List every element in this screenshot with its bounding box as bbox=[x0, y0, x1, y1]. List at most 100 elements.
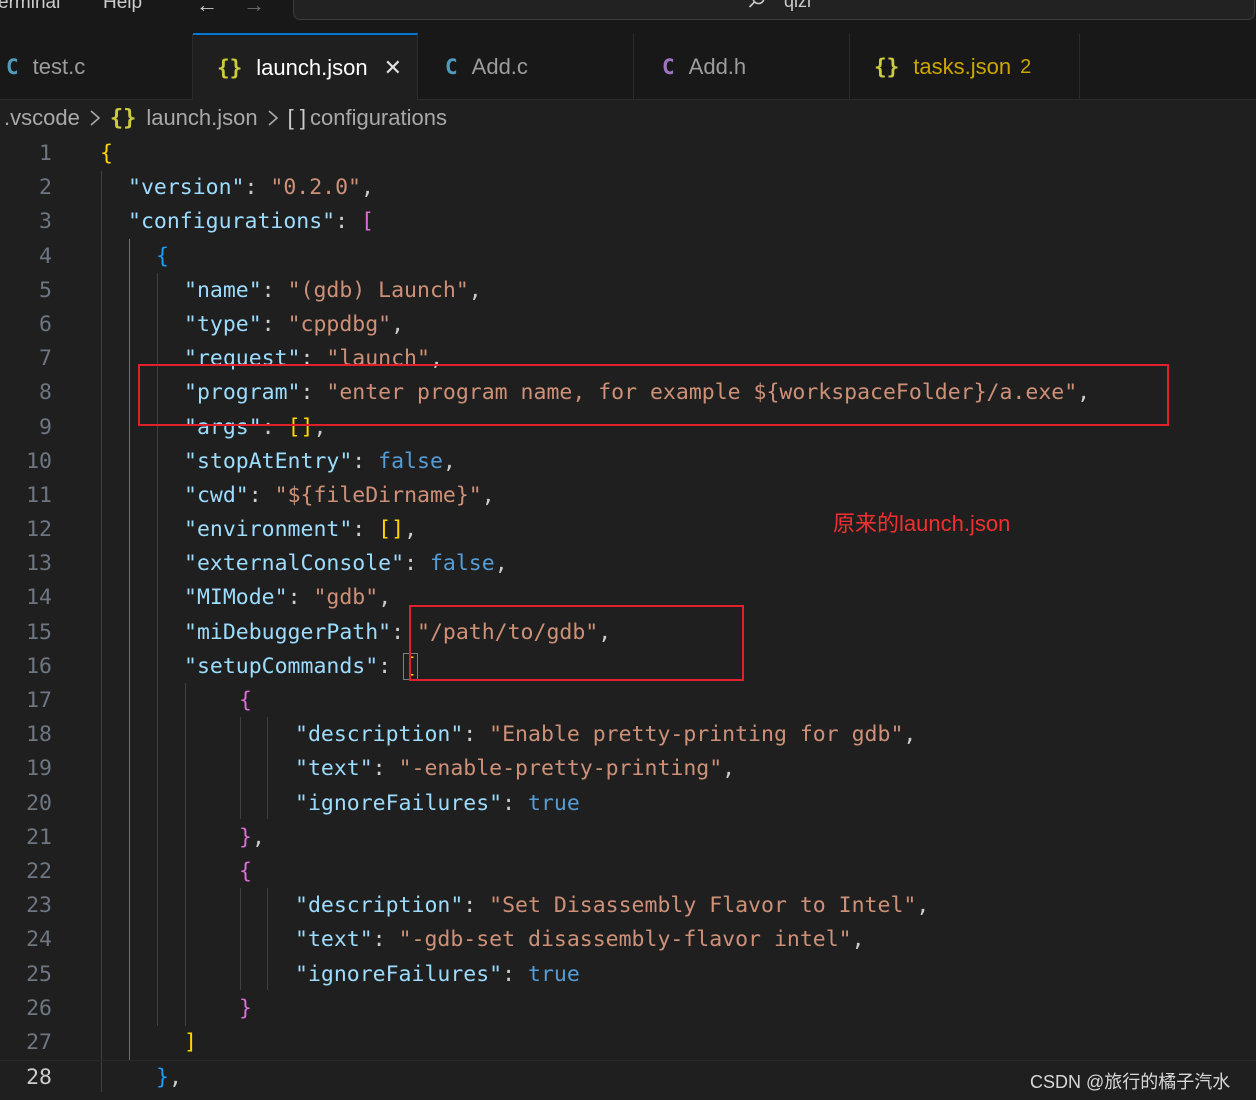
chevron-right-icon bbox=[268, 110, 278, 126]
json-value: "0.2.0" bbox=[270, 175, 361, 201]
search-text: qizi bbox=[784, 0, 812, 11]
close-icon[interactable]: ✕ bbox=[384, 55, 402, 81]
line-number: 27 bbox=[26, 1029, 52, 1055]
json-key: "name" bbox=[184, 277, 262, 303]
code-line: 6 "type": "cppdbg", bbox=[0, 308, 1256, 342]
json-key: "externalConsole" bbox=[184, 551, 405, 577]
search-icon bbox=[748, 0, 765, 8]
line-number: 22 bbox=[26, 858, 52, 884]
tab-add-c[interactable]: C Add.c bbox=[418, 34, 634, 100]
code-line: 21}, bbox=[0, 821, 1256, 855]
annotation-text: 原来的launch.json bbox=[833, 511, 1011, 536]
code-line: 11 "cwd": "${fileDirname}", bbox=[0, 479, 1256, 513]
json-value: "gdb" bbox=[313, 585, 379, 611]
breadcrumb-launch-json[interactable]: launch.json bbox=[146, 105, 257, 131]
code-line: 13 "externalConsole": false, bbox=[0, 547, 1256, 581]
title-bar: erminal Help ← → qizi bbox=[0, 0, 1256, 34]
line-number: 26 bbox=[26, 995, 52, 1021]
json-key: "description" bbox=[295, 722, 464, 748]
breadcrumb-configurations[interactable]: configurations bbox=[310, 105, 447, 131]
line-number: 24 bbox=[26, 927, 52, 953]
code-line: 18 "description": "Enable pretty-printing… bbox=[0, 718, 1256, 752]
line-number: 5 bbox=[39, 277, 52, 303]
json-key: "environment" bbox=[184, 517, 353, 543]
json-value: true bbox=[528, 790, 580, 816]
tab-label: launch.json bbox=[256, 54, 368, 80]
line-number: 23 bbox=[26, 893, 52, 919]
line-number: 17 bbox=[26, 688, 52, 713]
json-key: "configurations" bbox=[128, 209, 336, 235]
line-number: 18 bbox=[26, 722, 52, 748]
json-key: "version" bbox=[128, 175, 245, 201]
json-key: "ignoreFailures" bbox=[295, 790, 503, 816]
json-key: "cwd" bbox=[184, 482, 249, 508]
json-key: "type" bbox=[184, 311, 262, 337]
json-value: "-enable-pretty-printing" bbox=[398, 756, 723, 782]
code-line: 22{ bbox=[0, 855, 1256, 889]
json-value: false bbox=[429, 551, 495, 577]
line-number: 19 bbox=[26, 756, 52, 782]
line-number: 8 bbox=[39, 380, 52, 406]
forward-arrow-icon[interactable]: → bbox=[243, 0, 265, 18]
code-line: 5 "name": "(gdb) Launch", bbox=[0, 274, 1256, 308]
json-file-icon: {} bbox=[217, 55, 243, 80]
code-line: 12 "environment": [], bbox=[0, 513, 1256, 547]
json-value: "Enable pretty-printing for gdb" bbox=[489, 722, 904, 748]
problems-badge: 2 bbox=[1020, 55, 1032, 78]
breadcrumb-vscode[interactable]: .vscode bbox=[4, 105, 80, 131]
line-number: 14 bbox=[26, 585, 52, 611]
json-key: "text" bbox=[295, 756, 373, 782]
tab-tasks-json[interactable]: {} tasks.json 2 bbox=[850, 34, 1080, 100]
code-line: 24 "text": "-gdb-set disassembly-flavor i… bbox=[0, 923, 1256, 957]
json-file-icon: {} bbox=[109, 105, 137, 131]
menu-help[interactable]: Help bbox=[103, 0, 142, 14]
command-center-search[interactable]: qizi bbox=[293, 0, 1255, 20]
line-number: 2 bbox=[39, 175, 52, 201]
tab-add-h[interactable]: C Add.h bbox=[634, 34, 850, 100]
c-file-icon: C bbox=[445, 55, 458, 79]
back-arrow-icon[interactable]: ← bbox=[196, 0, 218, 18]
line-number: 20 bbox=[26, 790, 52, 816]
json-value: "cppdbg" bbox=[287, 311, 392, 337]
menu-terminal[interactable]: erminal bbox=[0, 0, 60, 14]
line-number: 7 bbox=[39, 346, 52, 372]
array-icon: [ ] bbox=[287, 105, 306, 130]
code-line: 2 "version": "0.2.0", bbox=[0, 171, 1256, 205]
code-line: 26} bbox=[0, 992, 1256, 1026]
json-key: "stopAtEntry" bbox=[184, 448, 353, 474]
line-number: 12 bbox=[26, 517, 52, 543]
json-key: "text" bbox=[295, 927, 373, 953]
tab-launch-json[interactable]: {} launch.json ✕ bbox=[193, 33, 418, 100]
code-line: 27] bbox=[0, 1026, 1256, 1060]
code-line: 25 "ignoreFailures": true bbox=[0, 958, 1256, 992]
code-line: 19 "text": "-enable-pretty-printing", bbox=[0, 752, 1256, 786]
code-line: 20 "ignoreFailures": true bbox=[0, 787, 1256, 821]
line-number: 21 bbox=[26, 824, 52, 850]
json-key: "setupCommands" bbox=[184, 653, 379, 679]
tab-label: Add.h bbox=[688, 54, 747, 79]
tab-test-c[interactable]: C test.c bbox=[0, 34, 193, 100]
line-number: 13 bbox=[26, 551, 52, 577]
json-value: true bbox=[528, 961, 580, 987]
code-line: 1{ bbox=[0, 137, 1256, 171]
line-number: 25 bbox=[26, 961, 52, 987]
line-number: 15 bbox=[26, 619, 52, 645]
code-line: 23 "description": "Set Disassembly Flavor… bbox=[0, 889, 1256, 923]
line-number: 10 bbox=[26, 448, 52, 474]
json-value: "${fileDirname}" bbox=[274, 482, 482, 508]
code-line: 10 "stopAtEntry": false, bbox=[0, 445, 1256, 479]
line-number: 1 bbox=[39, 141, 52, 166]
json-value: "Set Disassembly Flavor to Intel" bbox=[489, 893, 917, 919]
tab-label: Add.c bbox=[471, 54, 528, 79]
line-number: 9 bbox=[39, 414, 52, 440]
code-line: 3 "configurations": [ bbox=[0, 205, 1256, 239]
json-key: "description" bbox=[295, 893, 464, 919]
code-line: 4{ bbox=[0, 240, 1256, 274]
watermark: CSDN @旅行的橘子汽水 bbox=[1030, 1072, 1231, 1092]
json-key: "MIMode" bbox=[184, 585, 288, 611]
json-key: "ignoreFailures" bbox=[295, 961, 503, 987]
json-file-icon: {} bbox=[874, 55, 900, 79]
json-value: "(gdb) Launch" bbox=[287, 277, 469, 303]
json-value: false bbox=[378, 448, 443, 474]
json-value: "-gdb-set disassembly-flavor intel" bbox=[398, 927, 852, 953]
